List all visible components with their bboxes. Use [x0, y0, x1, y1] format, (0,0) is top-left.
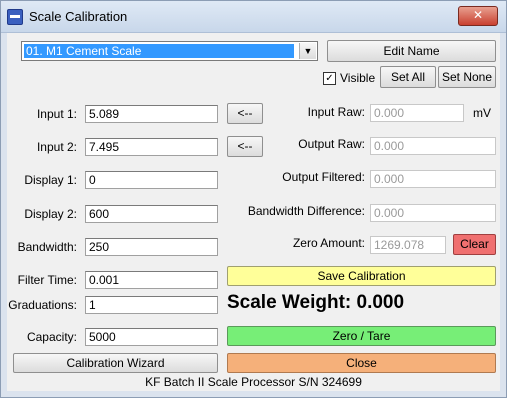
- zero-amount-label: Zero Amount:: [292, 236, 365, 250]
- visible-label: Visible: [340, 71, 376, 85]
- output-raw-field: 0.000: [370, 137, 496, 155]
- zero-tare-button[interactable]: Zero / Tare: [227, 326, 496, 346]
- bandwidth-difference-label: Bandwidth Difference:: [247, 204, 365, 218]
- output-raw-label: Output Raw:: [298, 137, 365, 151]
- output-filtered-label: Output Filtered:: [282, 170, 365, 184]
- graduations-field[interactable]: 1: [85, 296, 218, 314]
- input2-field[interactable]: 7.495: [85, 138, 218, 156]
- copy-input1-button[interactable]: <--: [227, 103, 263, 124]
- input-raw-label: Input Raw:: [307, 105, 365, 119]
- capacity-label: Capacity:: [26, 330, 77, 344]
- graduations-label: Graduations:: [8, 298, 77, 312]
- display1-field[interactable]: 0: [85, 171, 218, 189]
- calibration-wizard-button[interactable]: Calibration Wizard: [13, 353, 218, 373]
- window-title: Scale Calibration: [29, 9, 128, 24]
- set-all-button[interactable]: Set All: [380, 66, 436, 88]
- edit-name-button[interactable]: Edit Name: [327, 40, 496, 62]
- output-filtered-field: 0.000: [370, 170, 496, 188]
- window-close-button[interactable]: ✕: [458, 6, 498, 26]
- input1-label: Input 1:: [36, 107, 77, 121]
- display2-field[interactable]: 600: [85, 205, 218, 223]
- scale-select-value: 01. M1 Cement Scale: [23, 43, 295, 59]
- filter-time-label: Filter Time:: [17, 273, 77, 287]
- status-footer: KF Batch II Scale Processor S/N 324699: [145, 375, 362, 389]
- bandwidth-field[interactable]: 250: [85, 238, 218, 256]
- scale-calibration-window: Scale Calibration ✕ 01. M1 Cement Scale …: [0, 0, 507, 398]
- visible-checkbox[interactable]: ✓: [323, 72, 336, 85]
- clear-zero-button[interactable]: Clear: [453, 234, 496, 255]
- bandwidth-difference-field: 0.000: [370, 204, 496, 222]
- input-raw-field: 0.000: [370, 104, 464, 122]
- save-calibration-button[interactable]: Save Calibration: [227, 266, 496, 286]
- zero-amount-field: 1269.078: [370, 236, 446, 254]
- scale-select-dropdown[interactable]: 01. M1 Cement Scale ▼: [21, 41, 318, 61]
- close-button[interactable]: Close: [227, 353, 496, 373]
- chevron-down-icon[interactable]: ▼: [299, 43, 316, 59]
- capacity-field[interactable]: 5000: [85, 328, 218, 346]
- set-none-button[interactable]: Set None: [438, 66, 496, 88]
- input1-field[interactable]: 5.089: [85, 105, 218, 123]
- copy-input2-button[interactable]: <--: [227, 136, 263, 157]
- dialog-body: 01. M1 Cement Scale ▼ Edit Name ✓ Visibl…: [7, 33, 500, 391]
- app-icon: [7, 9, 23, 25]
- input2-label: Input 2:: [36, 140, 77, 154]
- display2-label: Display 2:: [24, 207, 77, 221]
- filter-time-field[interactable]: 0.001: [85, 271, 218, 289]
- input-raw-unit: mV: [473, 106, 491, 120]
- scale-weight-readout: Scale Weight: 0.000: [227, 292, 405, 313]
- display1-label: Display 1:: [24, 173, 77, 187]
- title-bar: Scale Calibration ✕: [1, 1, 506, 33]
- bandwidth-label: Bandwidth:: [17, 240, 77, 254]
